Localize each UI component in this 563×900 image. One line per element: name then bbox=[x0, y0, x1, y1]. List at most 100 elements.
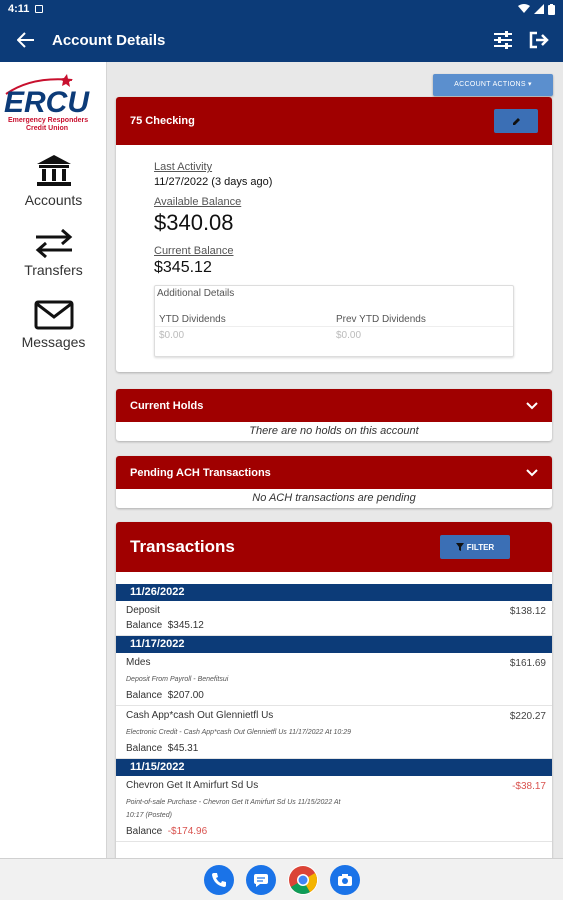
memo-line-1: Point-of-sale Purchase - Chevron Get It … bbox=[126, 799, 341, 806]
app-bar: Account Details bbox=[0, 18, 563, 62]
sidebar: ERCU Emergency Responders Credit Union A… bbox=[0, 62, 107, 858]
account-card: 75 Checking Last Activity 11/27/2022 (3 … bbox=[116, 97, 552, 372]
filter-button[interactable]: FILTER bbox=[440, 535, 510, 559]
transaction-memo: Point-of-sale Purchase - Chevron Get It … bbox=[126, 796, 538, 822]
current-holds-title: Current Holds bbox=[130, 399, 204, 412]
pencil-icon bbox=[512, 117, 520, 125]
transaction-row[interactable]: Deposit $138.12 Balance $345.12 bbox=[116, 601, 552, 636]
status-bar: 4:11 bbox=[0, 0, 563, 18]
transaction-amount: -$38.17 bbox=[512, 781, 546, 792]
last-activity-label: Last Activity bbox=[154, 161, 213, 173]
balance-label: Balance bbox=[126, 620, 163, 631]
account-actions-button[interactable]: ACCOUNT ACTIONS ▾ bbox=[433, 74, 553, 96]
balance-value: $207.00 bbox=[167, 690, 204, 701]
chrome-app-icon[interactable] bbox=[287, 864, 318, 895]
arrow-left-icon bbox=[17, 32, 34, 48]
date-header: 11/15/2022 bbox=[116, 759, 552, 776]
phone-app-icon[interactable] bbox=[203, 864, 234, 895]
balance-value: -$174.96 bbox=[167, 826, 208, 837]
transaction-amount: $161.69 bbox=[509, 658, 546, 669]
available-balance-label: Available Balance bbox=[154, 196, 242, 208]
current-balance-label: Current Balance bbox=[154, 245, 234, 257]
page-title: Account Details bbox=[52, 31, 166, 49]
transaction-memo: Deposit From Payroll - Benefitsui bbox=[126, 676, 229, 683]
messages-app-icon[interactable] bbox=[245, 864, 276, 895]
transaction-description: Deposit bbox=[126, 605, 160, 616]
edit-account-button[interactable] bbox=[494, 109, 538, 133]
transaction-row[interactable]: Mdes $161.69 Deposit From Payroll - Bene… bbox=[116, 653, 552, 706]
transaction-balance: Balance -$174.96 bbox=[126, 826, 538, 837]
transactions-header: Transactions FILTER bbox=[116, 522, 552, 572]
settings-sliders-icon[interactable] bbox=[493, 31, 513, 49]
camera-app-icon[interactable] bbox=[329, 864, 360, 895]
logo-text: ERCU bbox=[4, 86, 90, 119]
sidebar-item-label: Accounts bbox=[24, 192, 83, 208]
logo-tagline-2: Credit Union bbox=[26, 125, 68, 132]
account-name: 75 Checking bbox=[130, 115, 195, 127]
transaction-amount: $138.12 bbox=[509, 606, 546, 617]
sidebar-item-transfers[interactable]: Transfers bbox=[0, 228, 107, 278]
account-details: Last Activity 11/27/2022 (3 days ago) Av… bbox=[116, 145, 552, 369]
phone-icon bbox=[211, 872, 226, 887]
logout-icon[interactable] bbox=[529, 31, 549, 49]
pending-ach-message: No ACH transactions are pending bbox=[252, 492, 416, 504]
balance-value: $45.31 bbox=[167, 743, 199, 754]
account-card-header: 75 Checking bbox=[116, 97, 552, 145]
last-activity-value: 11/27/2022 (3 days ago) bbox=[154, 176, 273, 188]
date-header: 11/17/2022 bbox=[116, 636, 552, 653]
current-holds-header[interactable]: Current Holds bbox=[116, 389, 552, 422]
ytd-dividends-label: YTD Dividends bbox=[159, 314, 226, 325]
current-holds-card: Current Holds There are no holds on this… bbox=[116, 389, 552, 441]
balance-label: Balance bbox=[126, 743, 163, 754]
camera-icon bbox=[337, 873, 352, 886]
envelope-icon bbox=[34, 300, 73, 330]
current-balance-value: $345.12 bbox=[154, 259, 212, 276]
transaction-memo: Electronic Credit - Cash App*cash Out Gl… bbox=[126, 729, 352, 736]
bank-icon bbox=[36, 155, 71, 186]
transaction-balance: Balance $207.00 bbox=[126, 690, 538, 701]
filter-label: FILTER bbox=[466, 542, 495, 552]
available-balance-value: $340.08 bbox=[154, 210, 234, 235]
ytd-dividends-value: $0.00 bbox=[159, 330, 185, 341]
transaction-description: Mdes bbox=[126, 657, 151, 668]
transaction-balance: Balance $45.31 bbox=[126, 743, 538, 754]
pending-ach-header[interactable]: Pending ACH Transactions bbox=[116, 456, 552, 489]
pending-ach-card: Pending ACH Transactions No ACH transact… bbox=[116, 456, 552, 508]
balance-value: $345.12 bbox=[167, 620, 204, 631]
sidebar-item-label: Transfers bbox=[24, 262, 83, 278]
notification-icon bbox=[35, 5, 44, 13]
transaction-row[interactable]: Cash App*cash Out Glennietfl Us $220.27 … bbox=[116, 706, 552, 759]
filter-icon bbox=[455, 543, 464, 551]
sidebar-item-accounts[interactable]: Accounts bbox=[0, 154, 107, 208]
divider bbox=[155, 326, 513, 327]
chevron-down-icon[interactable] bbox=[526, 401, 538, 410]
transaction-amount: $220.27 bbox=[509, 711, 546, 722]
current-holds-message: There are no holds on this account bbox=[249, 425, 419, 437]
chrome-icon bbox=[288, 865, 317, 894]
transfer-arrows-icon bbox=[35, 228, 72, 258]
sidebar-item-label: Messages bbox=[21, 334, 86, 350]
balance-label: Balance bbox=[126, 826, 163, 837]
transactions-title: Transactions bbox=[130, 537, 235, 556]
additional-details-title: Additional Details bbox=[157, 288, 235, 299]
transaction-row[interactable]: Chevron Get It Amirfurt Sd Us -$38.17 Po… bbox=[116, 776, 552, 842]
transaction-description: Chevron Get It Amirfurt Sd Us bbox=[126, 780, 259, 791]
logo-tagline-1: Emergency Responders bbox=[8, 117, 88, 124]
chat-bubble-icon bbox=[253, 873, 268, 887]
signal-icon bbox=[534, 4, 544, 14]
pending-ach-title: Pending ACH Transactions bbox=[130, 466, 271, 479]
balance-label: Balance bbox=[126, 690, 163, 701]
sidebar-item-messages[interactable]: Messages bbox=[0, 300, 107, 350]
additional-details-box: Additional Details YTD Dividends Prev YT… bbox=[154, 285, 514, 357]
transaction-description: Cash App*cash Out Glennietfl Us bbox=[126, 710, 274, 721]
prev-ytd-dividends-label: Prev YTD Dividends bbox=[336, 314, 426, 325]
prev-ytd-dividends-value: $0.00 bbox=[336, 330, 362, 341]
transaction-balance: Balance $345.12 bbox=[126, 620, 538, 631]
memo-line-2: 10:17 (Posted) bbox=[126, 812, 172, 819]
chevron-down-icon[interactable] bbox=[526, 468, 538, 477]
system-dock bbox=[0, 858, 563, 900]
ercu-logo: ERCU Emergency Responders Credit Union bbox=[4, 74, 90, 132]
battery-icon bbox=[548, 3, 555, 15]
status-time: 4:11 bbox=[8, 3, 30, 15]
back-button[interactable] bbox=[0, 32, 52, 48]
